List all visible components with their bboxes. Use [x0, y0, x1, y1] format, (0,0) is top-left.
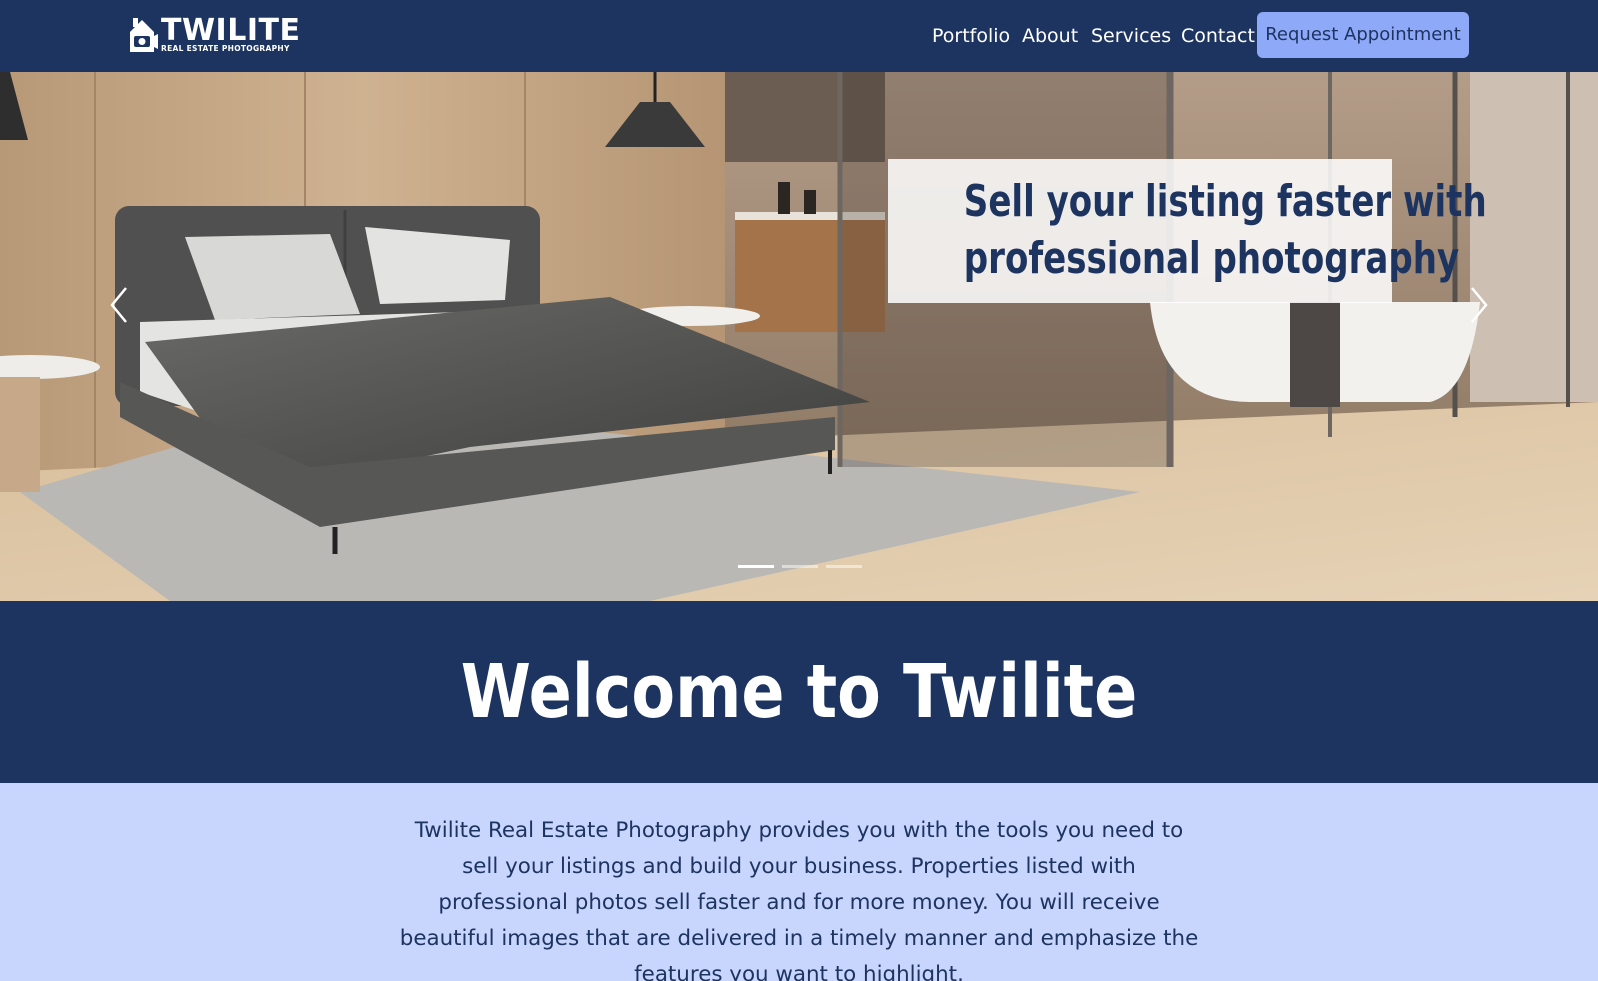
- brand-name: TWILITE: [161, 13, 301, 48]
- hero-caption: Sell your listing faster with profession…: [888, 159, 1487, 303]
- nav-link-services[interactable]: Services: [1091, 24, 1171, 48]
- carousel-indicator-3[interactable]: [826, 565, 862, 568]
- chevron-left-icon: [110, 287, 127, 323]
- brand-text: TWILITE REAL ESTATE PHOTOGRAPHY: [161, 16, 300, 53]
- house-camera-icon: [128, 16, 160, 54]
- chevron-right-icon: [1471, 287, 1488, 323]
- hero-carousel: Sell your listing faster with profession…: [0, 72, 1598, 601]
- hero-slide-image: [0, 72, 1598, 601]
- navbar: TWILITE REAL ESTATE PHOTOGRAPHY Portfoli…: [0, 0, 1598, 72]
- hero-caption-line-1: Sell your listing faster with: [963, 176, 1487, 227]
- nav-link-contact[interactable]: Contact: [1181, 24, 1255, 48]
- hero-caption-text: Sell your listing faster with profession…: [963, 173, 1487, 287]
- carousel-prev-button[interactable]: [100, 282, 140, 328]
- request-appointment-button[interactable]: Request Appointment: [1257, 12, 1469, 58]
- intro-section: Twilite Real Estate Photography provides…: [0, 783, 1598, 981]
- carousel-indicator-2[interactable]: [782, 565, 818, 568]
- welcome-title: Welcome to Twilite: [460, 649, 1138, 735]
- carousel-indicator-1[interactable]: [738, 565, 774, 568]
- welcome-section: Welcome to Twilite: [0, 601, 1598, 783]
- nav-link-portfolio[interactable]: Portfolio: [932, 24, 1010, 48]
- brand-tagline: REAL ESTATE PHOTOGRAPHY: [161, 44, 290, 53]
- intro-paragraph: Twilite Real Estate Photography provides…: [399, 818, 1199, 981]
- brand-logo[interactable]: TWILITE REAL ESTATE PHOTOGRAPHY: [128, 16, 300, 56]
- hero-caption-line-2: professional photography: [963, 233, 1460, 284]
- nav-link-about[interactable]: About: [1022, 24, 1078, 48]
- carousel-indicators: [738, 565, 862, 568]
- carousel-next-button[interactable]: [1458, 282, 1498, 328]
